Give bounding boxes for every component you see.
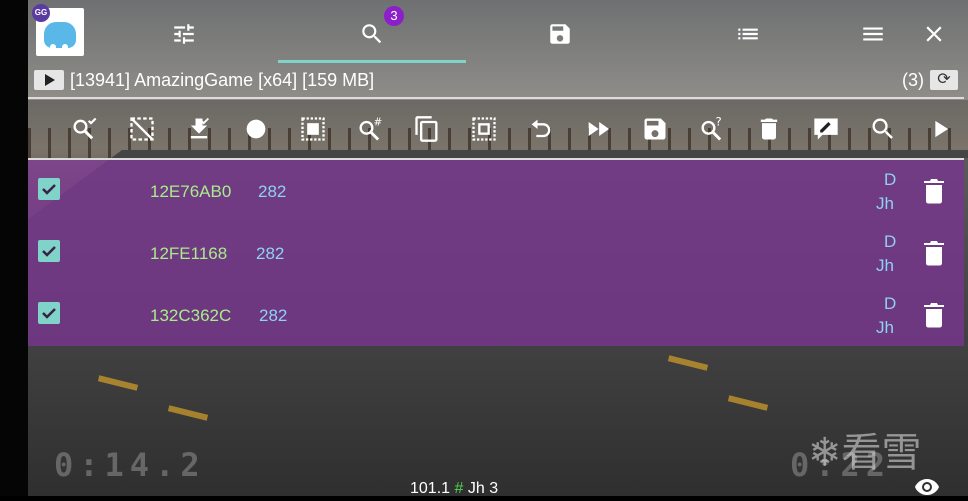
play-button[interactable] [926,115,954,143]
fast-forward-button[interactable] [584,115,612,143]
select-box-icon [472,117,496,141]
edit-button[interactable] [812,115,840,143]
save-icon [550,24,570,44]
select-all-button[interactable] [299,115,327,143]
row-checkbox[interactable] [38,240,60,262]
check-icon [42,184,56,195]
refresh-button[interactable]: ⟳ [930,70,958,90]
trash-icon [924,241,944,266]
fast-forward-icon [588,122,610,136]
search-unknown-button[interactable]: ? [698,115,726,143]
mascot-icon [44,22,76,50]
undo-button[interactable] [527,115,555,143]
search-button[interactable] [869,115,897,143]
check-icon [42,308,56,319]
row-delete-button[interactable] [924,240,944,266]
row-checkbox[interactable] [38,302,60,324]
search-toolbar: # ? [28,100,968,158]
status-value: 101.1 [410,480,451,497]
record-icon [246,119,266,139]
tab-list[interactable] [728,14,768,54]
sliders-icon [174,24,194,44]
delete-button[interactable] [755,115,783,143]
search-icon [362,24,382,44]
visibility-toggle[interactable] [914,478,940,496]
undo-icon [531,119,551,138]
result-value[interactable]: 282 [258,182,286,202]
save-results-button[interactable] [641,115,669,143]
result-count: (3) [902,70,924,90]
row-delete-button[interactable] [924,178,944,204]
hud-timer-left: 0:14.2 [54,446,206,484]
play-icon [935,120,949,138]
select-all-icon [301,117,325,141]
result-type-bottom: Jh [876,256,894,275]
result-row[interactable]: 132C362C 282 D Jh [28,284,964,346]
tab-menu[interactable] [853,14,893,54]
result-row[interactable]: 12E76AB0 282 D Jh [28,160,964,222]
watermark: ❄看雪 [808,430,922,476]
gg-badge: GG [32,4,50,22]
save-icon [644,118,666,140]
copy-icon [415,116,438,142]
copy-button[interactable] [413,115,441,143]
select-area-button[interactable] [128,115,156,143]
row-checkbox[interactable] [38,178,60,200]
eye-icon [915,479,939,495]
delete-icon [760,118,778,140]
search-count-badge: 3 [384,6,404,26]
tab-settings[interactable] [164,14,204,54]
svg-text:#: # [374,117,383,129]
result-address[interactable]: 12FE1168 [150,244,227,264]
active-tab-indicator [278,60,466,63]
result-type-top: D [884,294,897,313]
results-list: 12E76AB0 282 D Jh 12FE1168 282 D Jh 132C… [28,160,964,346]
process-title[interactable]: [13941] AmazingGame [x64] [159 MB] [70,70,374,91]
download-icon [190,117,209,139]
app-logo[interactable]: GG [32,4,84,56]
close-button[interactable] [914,14,954,54]
result-type-top: D [884,170,897,189]
status-hash: # [454,480,464,497]
trash-icon [924,179,944,204]
trash-icon [924,303,944,328]
record-button[interactable] [242,115,270,143]
check-icon [42,246,56,257]
select-area-icon [130,117,154,141]
search-number-button[interactable]: # [356,115,384,143]
status-line: 101.1 # Jh 3 [410,480,498,498]
close-icon [926,26,942,42]
tab-saved[interactable] [540,14,580,54]
select-box-button[interactable] [470,115,498,143]
result-value[interactable]: 282 [256,244,284,264]
edit-icon [814,118,838,140]
result-type-top: D [884,232,897,251]
top-bar: GG 3 [28,0,968,66]
download-button[interactable] [185,115,213,143]
row-delete-button[interactable] [924,302,944,328]
process-select-button[interactable] [34,70,64,90]
search-refine-icon [73,117,97,140]
left-edge [0,0,28,496]
result-type-bottom: Jh [876,194,894,213]
search-icon [872,118,893,139]
result-address[interactable]: 132C362C [150,306,231,326]
result-type-bottom: Jh [876,318,894,337]
search-number-icon: # [359,117,383,141]
list-icon [738,28,758,40]
status-type: Jh 3 [467,480,499,497]
result-row[interactable]: 12FE1168 282 D Jh [28,222,964,284]
divider-top [28,97,964,99]
svg-text:?: ? [716,115,722,129]
refresh-icon: ⟳ [937,71,951,88]
refine-search-button[interactable] [70,115,98,143]
result-address[interactable]: 12E76AB0 [150,182,231,202]
process-bar: [13941] AmazingGame [x64] [159 MB] (3) ⟳ [28,68,968,96]
hamburger-icon [863,27,883,41]
result-value[interactable]: 282 [259,306,287,326]
search-unknown-icon: ? [701,115,722,141]
